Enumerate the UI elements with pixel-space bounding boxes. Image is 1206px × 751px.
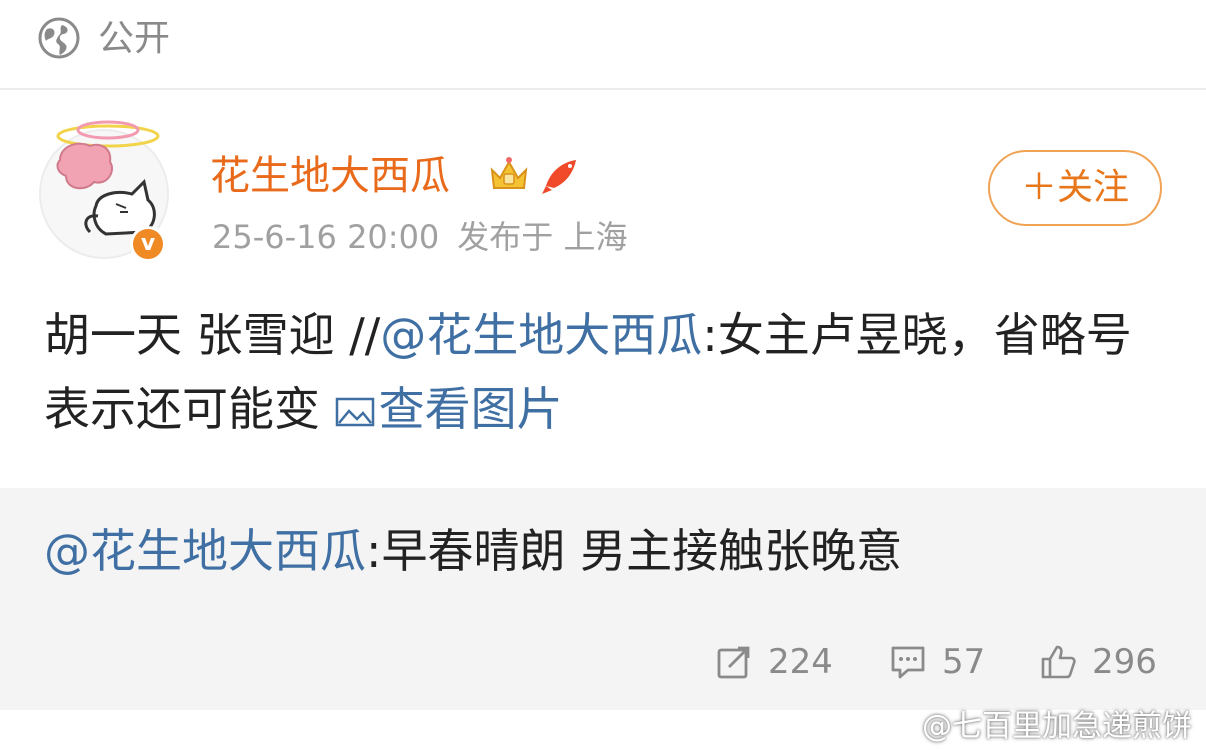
watermark: @七百里加急递煎饼	[886, 706, 1192, 748]
post-prefix: 胡一天 张雪迎 //	[44, 308, 381, 362]
repost-count: 224	[768, 642, 833, 682]
thumbs-up-icon	[1041, 645, 1076, 679]
repost-card[interactable]: @花生地大西瓜:早春晴朗 男主接触张晚意	[0, 488, 1206, 710]
image-icon	[335, 397, 374, 427]
crown-icon	[490, 157, 528, 189]
repost-body: :早春晴朗 男主接触张晚意	[366, 524, 903, 578]
weibo-logo-icon	[887, 712, 921, 740]
post-source: 发布于 上海	[457, 218, 628, 256]
watermark-text: @七百里加急递煎饼	[922, 709, 1192, 744]
post-meta: 25-6-16 20:00 发布于 上海	[212, 214, 627, 260]
view-image-link[interactable]: 查看图片	[335, 382, 563, 436]
koi-fish-icon	[542, 160, 576, 194]
repost-text: @花生地大西瓜:早春晴朗 男主接触张晚意	[44, 518, 1174, 584]
visibility-bar[interactable]: 公开	[0, 0, 1206, 88]
repost-button[interactable]: 224	[716, 638, 836, 686]
post-text: 胡一天 张雪迎 //@花生地大西瓜:女主卢昱晓，省略号表示还可能变 查看图片	[44, 298, 1174, 446]
follow-button[interactable]: ＋关注	[988, 150, 1162, 226]
like-button[interactable]: 296	[1040, 638, 1170, 686]
verified-badge: v	[130, 226, 166, 262]
comment-button[interactable]: 57	[890, 638, 990, 686]
like-count: 296	[1092, 642, 1157, 682]
comment-icon	[891, 646, 925, 679]
globe-icon	[38, 17, 80, 59]
comment-count: 57	[942, 642, 986, 682]
visibility-label: 公开	[98, 18, 171, 59]
post-timestamp: 25-6-16 20:00	[212, 218, 440, 256]
author-name[interactable]: 花生地大西瓜	[210, 150, 450, 202]
post-mention-link[interactable]: @花生地大西瓜	[380, 308, 702, 362]
repost-mention-link[interactable]: @花生地大西瓜	[44, 524, 366, 578]
share-icon	[717, 646, 750, 679]
view-image-label: 查看图片	[378, 382, 563, 436]
divider	[0, 88, 1206, 90]
